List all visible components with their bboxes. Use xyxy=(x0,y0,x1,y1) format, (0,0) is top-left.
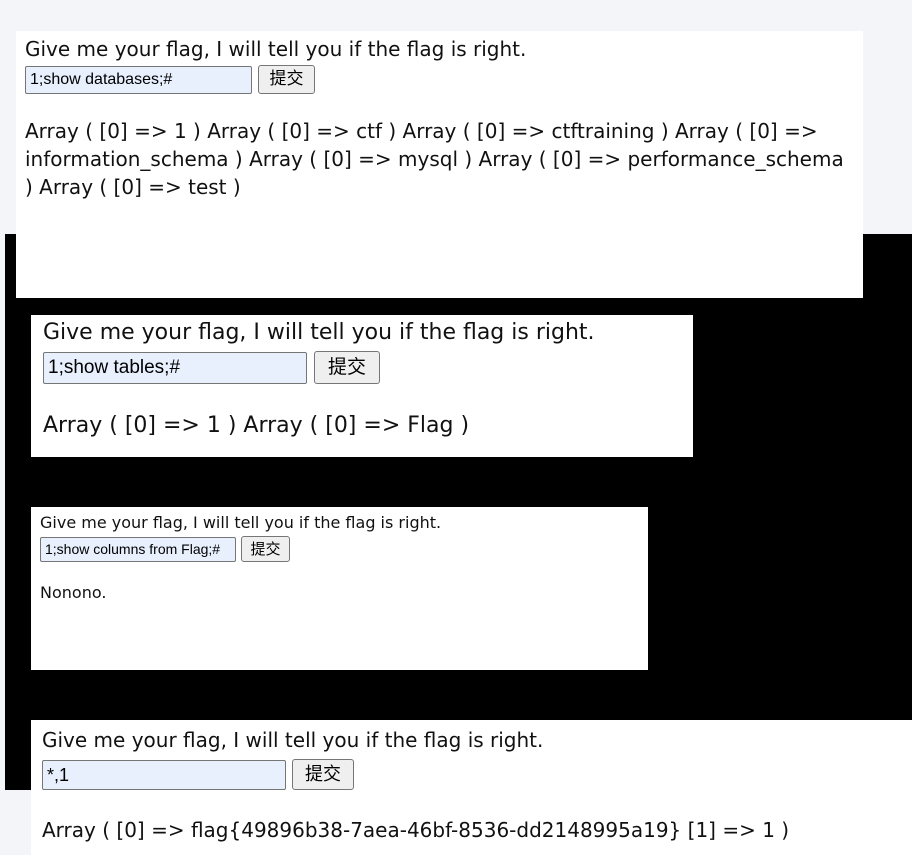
query-result: Array ( [0] => 1 ) Array ( [0] => Flag ) xyxy=(43,413,470,438)
query-result: Array ( [0] => flag{49896b38-7aea-46bf-8… xyxy=(42,818,790,842)
submit-button[interactable]: 提交 xyxy=(292,759,354,790)
flag-input[interactable]: 1;show databases;# xyxy=(25,66,252,94)
flag-input[interactable]: 1;show tables;# xyxy=(43,352,307,384)
backdrop-lower xyxy=(5,720,31,790)
query-result: Nonono. xyxy=(40,583,107,602)
submit-button[interactable]: 提交 xyxy=(241,536,290,562)
prompt-text: Give me your flag, I will tell you if th… xyxy=(25,37,527,61)
query-panel-tables: Give me your flag, I will tell you if th… xyxy=(31,315,693,457)
query-panel-columns: Give me your flag, I will tell you if th… xyxy=(31,507,648,670)
flag-input[interactable]: 1;show columns from Flag;# xyxy=(40,537,236,562)
query-panel-flag: Give me your flag, I will tell you if th… xyxy=(31,720,912,855)
query-result: Array ( [0] => 1 ) Array ( [0] => ctf ) … xyxy=(25,119,844,199)
prompt-text: Give me your flag, I will tell you if th… xyxy=(40,513,442,532)
prompt-text: Give me your flag, I will tell you if th… xyxy=(42,728,544,752)
submit-button[interactable]: 提交 xyxy=(314,351,380,384)
flag-input[interactable]: *,1 xyxy=(42,760,286,790)
submit-button[interactable]: 提交 xyxy=(258,65,315,94)
query-panel-databases: Give me your flag, I will tell you if th… xyxy=(16,31,863,298)
prompt-text: Give me your flag, I will tell you if th… xyxy=(43,320,595,345)
